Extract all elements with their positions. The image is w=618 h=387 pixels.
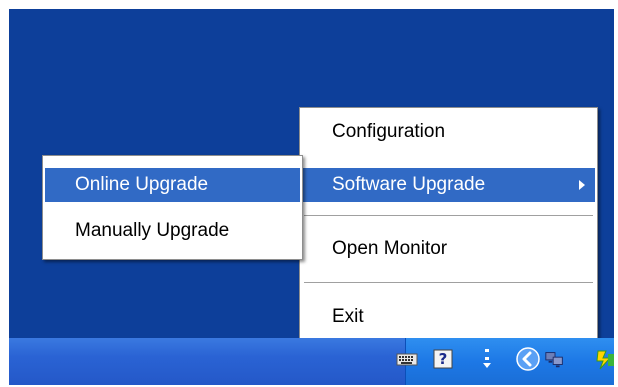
help-icon[interactable]: ? [432, 348, 454, 370]
keyboard-icon[interactable] [396, 348, 418, 370]
system-tray: ? [396, 338, 614, 385]
menu-separator [304, 215, 593, 217]
submenu-item-online-upgrade[interactable]: Online Upgrade [45, 168, 300, 202]
menu-item-configuration[interactable]: Configuration [302, 115, 595, 149]
desktop: Configuration Software Upgrade Open Moni… [9, 9, 614, 385]
menu-separator [304, 282, 593, 284]
menu-item-label: Configuration [332, 121, 446, 142]
menu-item-label: Exit [332, 306, 364, 327]
app-icon[interactable] [594, 348, 614, 370]
menu-item-exit[interactable]: Exit [302, 300, 595, 334]
submenu-item-label: Online Upgrade [75, 174, 209, 195]
menu-item-label: Software Upgrade [332, 174, 486, 195]
help-glyph: ? [438, 350, 448, 368]
network-icon[interactable] [544, 348, 566, 370]
menu-item-label: Open Monitor [332, 238, 448, 259]
submenu-item-manually-upgrade[interactable]: Manually Upgrade [45, 214, 300, 248]
software-upgrade-submenu: Online Upgrade Manually Upgrade [42, 155, 303, 260]
back-arrow-icon[interactable] [516, 347, 540, 371]
tray-context-menu: Configuration Software Upgrade Open Moni… [299, 107, 598, 347]
menu-item-open-monitor[interactable]: Open Monitor [302, 232, 595, 266]
taskbar: ? [9, 338, 614, 385]
usb-icon[interactable] [476, 348, 498, 370]
submenu-arrow-icon [579, 180, 585, 190]
submenu-item-label: Manually Upgrade [75, 220, 230, 241]
menu-item-software-upgrade[interactable]: Software Upgrade [302, 168, 595, 202]
